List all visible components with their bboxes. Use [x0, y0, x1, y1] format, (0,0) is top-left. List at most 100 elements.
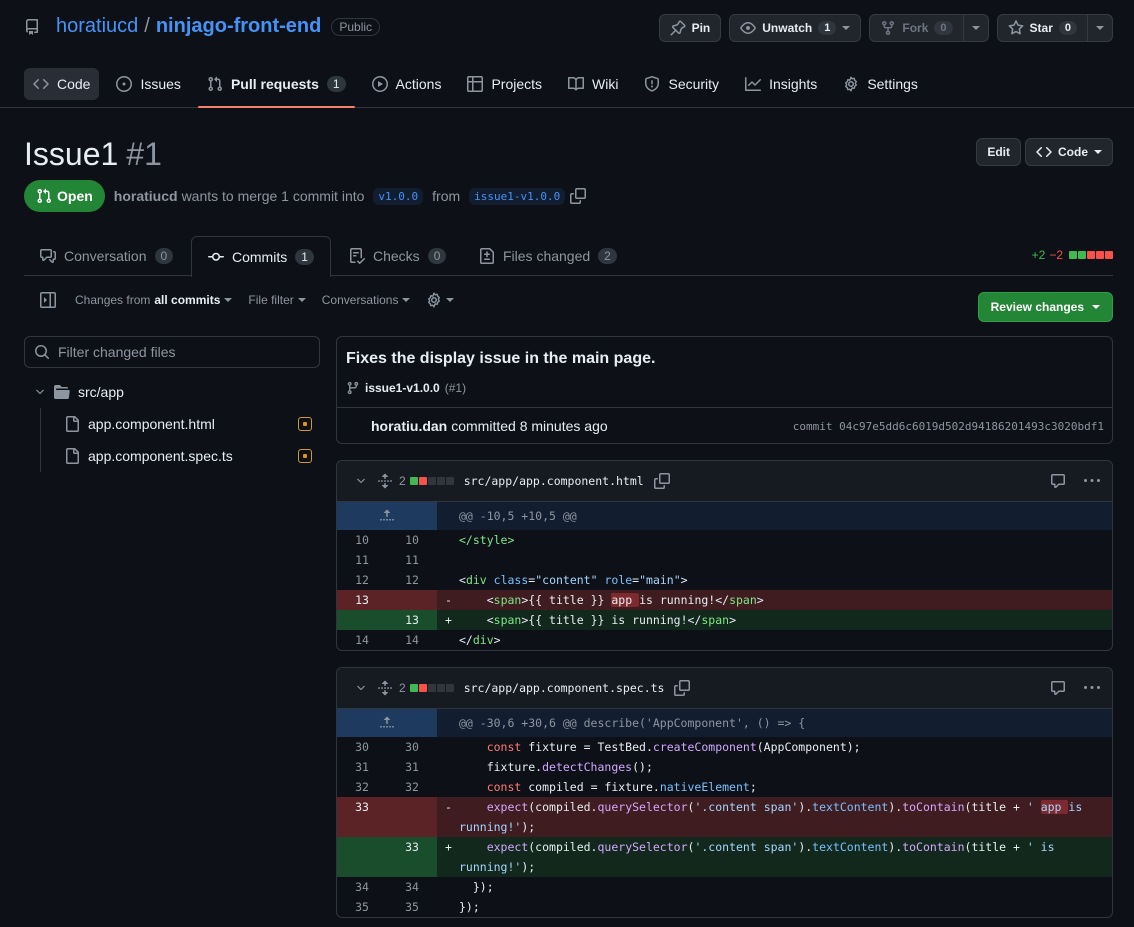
- new-line-number[interactable]: 31: [387, 757, 437, 777]
- edit-button[interactable]: Edit: [976, 138, 1021, 166]
- nav-security[interactable]: Security: [635, 68, 728, 100]
- commit-branch-name[interactable]: issue1-v1.0.0: [365, 381, 440, 395]
- pr-author-link[interactable]: horatiucd: [114, 188, 178, 204]
- expand-up-icon[interactable]: [337, 502, 437, 530]
- tab-checks-count: 0: [427, 248, 447, 264]
- copy-icon[interactable]: [674, 680, 691, 696]
- old-line-number[interactable]: 11: [337, 550, 387, 570]
- old-line-number[interactable]: [337, 837, 387, 877]
- comment-icon[interactable]: [1050, 473, 1066, 489]
- new-line-number[interactable]: 34: [387, 877, 437, 897]
- old-line-number[interactable]: 14: [337, 630, 387, 650]
- pr-number: #1: [126, 136, 162, 172]
- fork-menu-button[interactable]: [963, 14, 989, 42]
- new-line-number[interactable]: 10: [387, 530, 437, 550]
- fork-button[interactable]: Fork 0: [869, 14, 964, 42]
- commit-branch: issue1-v1.0.0 (#1): [346, 381, 466, 395]
- gear-icon: [426, 292, 442, 308]
- nav-settings[interactable]: Settings: [834, 68, 927, 100]
- tab-checks[interactable]: Checks 0: [333, 236, 462, 276]
- new-line-number[interactable]: 30: [387, 737, 437, 757]
- old-line-number[interactable]: [337, 610, 387, 630]
- tab-files-changed-count: 2: [598, 248, 617, 264]
- new-line-number[interactable]: 32: [387, 777, 437, 797]
- diff-hunk-header: @@ -10,5 +10,5 @@: [337, 502, 1112, 530]
- chevron-down-icon: [1096, 26, 1104, 30]
- tab-commits-label: Commits: [232, 249, 288, 265]
- diff-file-path[interactable]: src/app/app.component.html: [464, 474, 644, 488]
- pin-button[interactable]: Pin: [658, 14, 722, 42]
- conversations-dropdown[interactable]: Conversations: [322, 293, 411, 307]
- new-line-number[interactable]: 33: [387, 837, 437, 877]
- old-line-number[interactable]: 32: [337, 777, 387, 797]
- expand-up-icon[interactable]: [337, 709, 437, 737]
- new-line-number[interactable]: 35: [387, 897, 437, 917]
- diff-settings-dropdown[interactable]: [426, 292, 455, 308]
- new-line-number[interactable]: [387, 797, 437, 837]
- chevron-down-icon[interactable]: [355, 475, 367, 487]
- all-commits-label: all commits: [154, 293, 221, 307]
- commit-pr-ref[interactable]: (#1): [445, 381, 466, 395]
- tree-file[interactable]: app.component.spec.ts: [24, 440, 320, 472]
- old-line-number[interactable]: 31: [337, 757, 387, 777]
- tree-folder[interactable]: src/app: [24, 376, 320, 408]
- expand-icon[interactable]: [377, 680, 393, 696]
- diff-file-header: 2 src/app/app.component.html: [337, 461, 1112, 502]
- new-line-number[interactable]: [387, 590, 437, 610]
- new-line-number[interactable]: 11: [387, 550, 437, 570]
- filter-changed-files[interactable]: [24, 336, 320, 368]
- old-line-number[interactable]: 34: [337, 877, 387, 897]
- comment-icon[interactable]: [1050, 680, 1066, 696]
- nav-code[interactable]: Code: [24, 68, 100, 100]
- old-line-number[interactable]: 12: [337, 570, 387, 590]
- diff-change-count: 2: [399, 474, 406, 488]
- review-changes-button[interactable]: Review changes: [977, 292, 1113, 322]
- expand-icon[interactable]: [377, 473, 393, 489]
- code-dropdown-button[interactable]: Code: [1025, 138, 1113, 166]
- filter-input[interactable]: [58, 344, 308, 360]
- new-line-number[interactable]: 12: [387, 570, 437, 590]
- nav-projects[interactable]: Projects: [458, 68, 551, 100]
- chevron-down-icon[interactable]: [355, 682, 367, 694]
- sidebar-collapse-icon[interactable]: [40, 292, 56, 308]
- commit-footer: horatiu.dan committed 8 minutes ago comm…: [337, 407, 1112, 444]
- tab-files-changed[interactable]: Files changed 2: [463, 236, 633, 276]
- commit-sha[interactable]: commit 04c97e5dd6c6019d502d94186201493c3…: [793, 420, 1104, 433]
- diff-file-path[interactable]: src/app/app.component.spec.ts: [464, 681, 665, 695]
- nav-wiki[interactable]: Wiki: [559, 68, 627, 100]
- star-menu-button[interactable]: [1088, 14, 1113, 42]
- file-filter-dropdown[interactable]: File filter: [248, 293, 306, 307]
- kebab-menu-icon[interactable]: [1084, 680, 1100, 696]
- nav-insights[interactable]: Insights: [736, 68, 826, 100]
- gear-icon: [843, 76, 859, 92]
- tab-conversation[interactable]: Conversation 0: [24, 236, 189, 276]
- copy-icon[interactable]: [653, 473, 670, 489]
- repo-owner-link[interactable]: horatiucd: [56, 15, 138, 38]
- tree-file[interactable]: app.component.html: [24, 408, 320, 440]
- new-line-number[interactable]: 13: [387, 610, 437, 630]
- new-line-number[interactable]: 14: [387, 630, 437, 650]
- tab-commits[interactable]: Commits 1: [191, 236, 331, 277]
- folder-icon: [54, 384, 70, 400]
- nav-pull-requests[interactable]: Pull requests 1: [197, 68, 355, 108]
- nav-actions-label: Actions: [395, 76, 442, 92]
- old-line-number[interactable]: 30: [337, 737, 387, 757]
- old-line-number[interactable]: 13: [337, 590, 387, 610]
- nav-issues[interactable]: Issues: [107, 68, 189, 100]
- unwatch-button[interactable]: Unwatch 1: [729, 14, 862, 42]
- base-branch[interactable]: v1.0.0: [373, 187, 424, 205]
- old-line-number[interactable]: 35: [337, 897, 387, 917]
- commit-author[interactable]: horatiu.dan: [371, 418, 447, 434]
- copy-icon[interactable]: [570, 188, 587, 204]
- repo-name-link[interactable]: ninjago-front-end: [156, 15, 322, 38]
- old-line-number[interactable]: 10: [337, 530, 387, 550]
- head-branch[interactable]: issue1-v1.0.0: [469, 187, 566, 205]
- star-icon: [1008, 20, 1024, 36]
- old-line-number[interactable]: 33: [337, 797, 387, 837]
- merge-text: wants to merge 1 commit into: [181, 188, 365, 204]
- changes-from-dropdown[interactable]: Changes from all commits: [75, 293, 233, 307]
- nav-actions[interactable]: Actions: [363, 68, 451, 100]
- star-button[interactable]: Star 0: [996, 14, 1088, 42]
- kebab-menu-icon[interactable]: [1084, 473, 1100, 489]
